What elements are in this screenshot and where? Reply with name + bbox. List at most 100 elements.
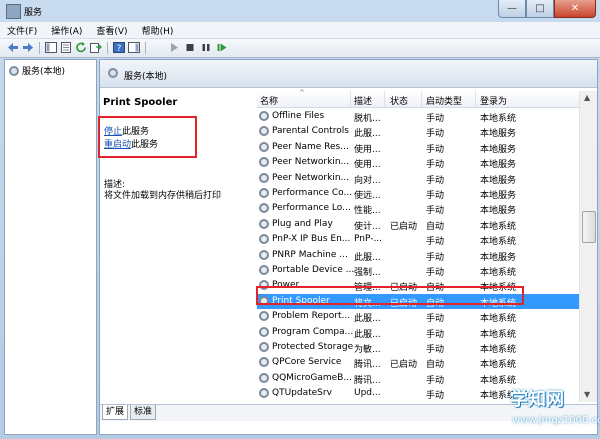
- service-logon-as: 本地系统: [480, 314, 517, 325]
- table-row[interactable]: Plug and Play 使计... 已启动 自动 本地系统: [257, 217, 579, 232]
- table-row[interactable]: Peer Networkin... 向对... 手动 本地服务: [257, 171, 579, 186]
- service-logon-as: 本地系统: [480, 329, 517, 340]
- service-startup-type: 自动: [426, 360, 445, 371]
- service-description: 使远...: [354, 191, 381, 201]
- service-logon-as: 本地系统: [480, 268, 517, 278]
- table-row[interactable]: Portable Device ... 强制... 手动 本地系统: [257, 263, 579, 278]
- service-description: Upd...: [354, 388, 381, 399]
- service-startup-type: 手动: [426, 175, 445, 186]
- column-header-description[interactable]: 描述: [354, 94, 372, 107]
- table-row[interactable]: Program Compa... 此服... 手动 本地系统: [257, 325, 579, 340]
- maximize-button[interactable]: □: [526, 0, 554, 18]
- service-description: 使用...: [354, 144, 381, 155]
- tab-standard[interactable]: 标准: [130, 405, 157, 420]
- service-logon-as: 本地系统: [480, 237, 517, 248]
- service-name: Protected Storage: [272, 342, 354, 352]
- table-row[interactable]: Problem Report... 此服... 手动 本地系统: [257, 309, 579, 324]
- menu-action[interactable]: 操作(A): [44, 24, 89, 37]
- window-controls: — □ ✕: [498, 0, 596, 18]
- service-name: Peer Name Res...: [272, 141, 349, 152]
- menu-help[interactable]: 帮助(H): [135, 24, 181, 37]
- service-description: 此服...: [354, 129, 381, 140]
- service-logon-as: 本地服务: [480, 129, 517, 140]
- back-icon[interactable]: [7, 42, 19, 53]
- title-bar[interactable]: 服务 — □ ✕: [0, 0, 600, 22]
- service-startup-type: 手动: [426, 345, 445, 355]
- table-row[interactable]: Peer Networkin... 使用... 手动 本地服务: [257, 155, 579, 170]
- service-description: 使计...: [354, 221, 381, 232]
- column-header-startup-type[interactable]: 启动类型: [426, 94, 462, 107]
- list-header: 名称 ^ 描述 状态 启动类型 登录为: [257, 89, 579, 108]
- scroll-thumb[interactable]: [582, 211, 596, 243]
- service-gear-icon: [259, 388, 269, 399]
- menu-file[interactable]: 文件(F): [0, 24, 44, 37]
- service-description: 为敏...: [354, 345, 381, 355]
- properties-icon[interactable]: [60, 42, 72, 53]
- menu-view[interactable]: 查看(V): [89, 24, 134, 37]
- column-header-logon-as[interactable]: 登录为: [480, 94, 507, 107]
- table-row[interactable]: PNRP Machine ... 此服... 手动 本地服务: [257, 248, 579, 263]
- service-gear-icon: [259, 249, 269, 260]
- sort-arrow-icon: ^: [299, 89, 305, 97]
- service-gear-icon: [259, 218, 269, 229]
- tree-item-services-local[interactable]: 服务(本地): [9, 64, 65, 77]
- service-gear-icon: [259, 203, 269, 214]
- service-name: PnP-X IP Bus En...: [272, 234, 351, 245]
- service-logon-as: 本地服务: [480, 175, 517, 186]
- minimize-button[interactable]: —: [498, 0, 526, 18]
- service-name: PNRP Machine ...: [272, 249, 348, 260]
- service-description: 向对...: [354, 175, 381, 186]
- toolbar: ?: [0, 39, 600, 58]
- column-header-status[interactable]: 状态: [390, 94, 408, 107]
- column-header-name[interactable]: 名称: [260, 94, 278, 107]
- service-description: 性能...: [354, 206, 381, 217]
- table-row[interactable]: QPCore Service 腾讯... 已启动 自动 本地系统: [257, 355, 579, 370]
- service-name: Problem Report...: [272, 311, 351, 322]
- service-gear-icon: [259, 188, 269, 198]
- gear-icon: [108, 68, 118, 78]
- stop-icon[interactable]: [184, 42, 196, 53]
- tab-extended[interactable]: 扩展: [102, 405, 129, 420]
- service-name: Performance Lo...: [272, 203, 351, 214]
- table-row[interactable]: Performance Co... 使远... 手动 本地服务: [257, 186, 579, 201]
- table-row[interactable]: Parental Controls 此服... 手动 本地服务: [257, 124, 579, 139]
- service-startup-type: 手动: [426, 329, 445, 340]
- table-row[interactable]: QQMicroGameB... 腾讯... 手动 本地系统: [257, 371, 579, 386]
- service-name: Program Compa...: [272, 326, 354, 337]
- vertical-scrollbar[interactable]: ▲ ▼: [579, 91, 597, 402]
- service-logon-as: 本地服务: [480, 206, 517, 217]
- service-logon-as: 本地系统: [480, 114, 517, 124]
- service-status: 已启动: [390, 221, 418, 232]
- refresh-icon[interactable]: [75, 42, 87, 53]
- services-window: 服务 — □ ✕ 文件(F) 操作(A) 查看(V) 帮助(H) ? 服务(本地…: [0, 0, 600, 439]
- service-name: Plug and Play: [272, 218, 333, 229]
- restart-icon[interactable]: [216, 42, 228, 53]
- table-row[interactable]: Peer Name Res... 使用... 手动 本地服务: [257, 140, 579, 155]
- pause-icon[interactable]: [200, 42, 212, 53]
- pane-header: 服务(本地): [100, 60, 597, 88]
- watermark-url: www.jmqz1000.com: [512, 415, 600, 426]
- table-row[interactable]: Protected Storage 为敏... 手动 本地系统: [257, 340, 579, 355]
- service-name: QTUpdateSrv: [272, 388, 332, 399]
- gear-icon: [9, 65, 19, 76]
- table-row[interactable]: Offline Files 脱机... 手动 本地系统: [257, 109, 579, 124]
- service-gear-icon: [259, 157, 269, 168]
- table-row[interactable]: PnP-X IP Bus En... PnP-... 手动 本地系统: [257, 232, 579, 247]
- play-icon[interactable]: [168, 42, 180, 53]
- service-name: Offline Files: [272, 111, 325, 121]
- service-startup-type: 手动: [426, 314, 445, 325]
- help-icon[interactable]: ?: [113, 42, 125, 53]
- service-startup-type: 手动: [426, 252, 445, 263]
- table-row[interactable]: Performance Lo... 性能... 手动 本地服务: [257, 201, 579, 216]
- service-gear-icon: [259, 311, 269, 322]
- export-icon[interactable]: [90, 42, 102, 53]
- toolbar-separator: [145, 42, 146, 54]
- services-pane: 服务(本地) Print Spooler 停止此服务 重启动此服务 描述: 将文…: [98, 59, 598, 435]
- service-gear-icon: [259, 141, 269, 152]
- highlight-box-actions: [98, 116, 197, 158]
- action-pane-icon[interactable]: [128, 42, 140, 53]
- console-tree-icon[interactable]: [45, 42, 57, 53]
- forward-icon[interactable]: [22, 42, 34, 53]
- close-button[interactable]: ✕: [554, 0, 596, 18]
- scroll-up-icon[interactable]: ▲: [584, 93, 590, 102]
